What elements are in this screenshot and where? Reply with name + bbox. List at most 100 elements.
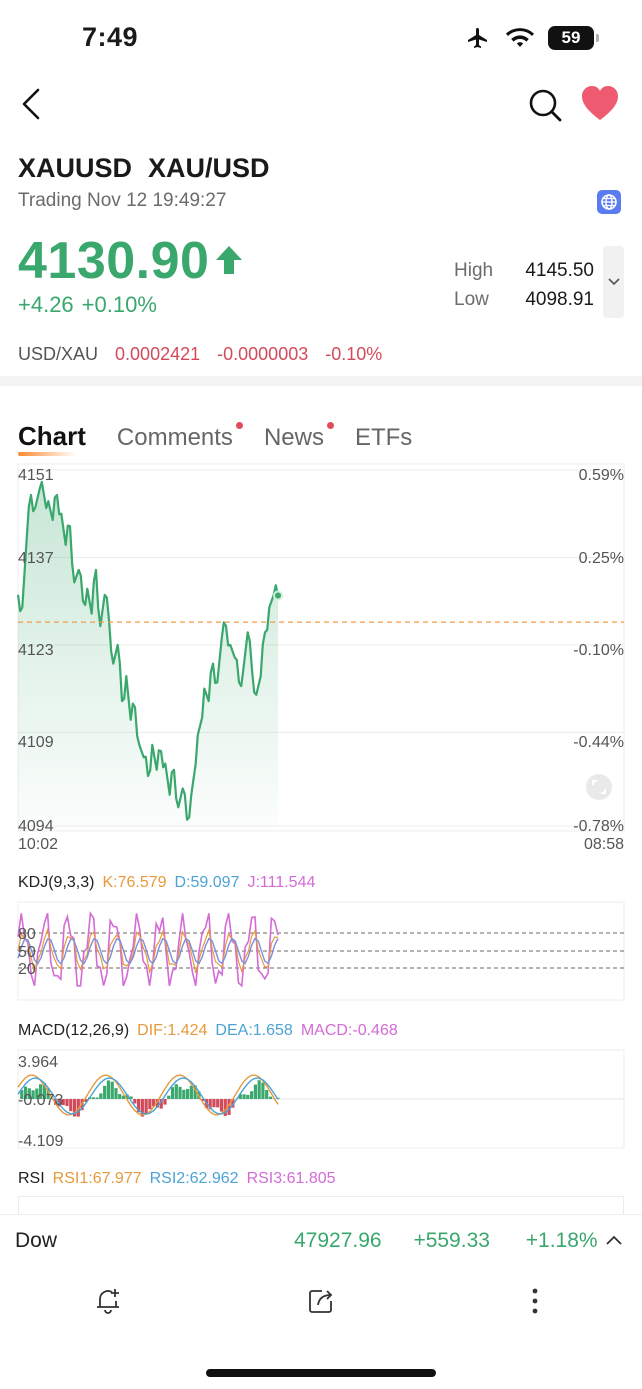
expand-quote-button[interactable]: [603, 246, 624, 318]
tab-chart-label: Chart: [18, 421, 86, 451]
tab-news-label: News: [263, 424, 324, 451]
unread-dot: [326, 422, 334, 429]
kdj-tick-50: 50: [18, 944, 36, 961]
kdj-title: KDJ(9,3,3) K:76.579 D:59.097 J:111.544: [18, 874, 315, 892]
y-tick-left: 4151: [18, 467, 54, 484]
macd-tick-mid: -0.073: [18, 1092, 63, 1109]
rsi-chart[interactable]: [18, 1196, 624, 1214]
macd-chart[interactable]: 3.964 -0.073 -4.109: [0, 1048, 642, 1150]
macd-bar: [257, 1080, 261, 1099]
macd-bar: [91, 1097, 95, 1099]
status-bar: 7:49 59: [0, 0, 642, 76]
x-start-label: 10:02: [18, 836, 58, 853]
ticker-values: 47927.96 +559.33 +1.18%: [294, 1229, 598, 1253]
last-price-dot: [273, 590, 283, 601]
inverse-quote: USD/XAU 0.0002421 -0.0000003 -0.10%: [18, 344, 382, 365]
y-tick-left: 4137: [18, 550, 54, 567]
macd-bar: [242, 1094, 246, 1099]
ticker-change: +559.33: [413, 1229, 490, 1252]
macd-bar: [246, 1094, 250, 1099]
kdj-j: J:111.544: [247, 874, 316, 891]
airplane-icon: [468, 28, 487, 48]
y-tick-right: 0.25%: [579, 550, 624, 567]
macd-title: MACD(12,26,9) DIF:1.424 DEA:1.658 MACD:-0.4…: [18, 1022, 398, 1040]
macd-bar: [118, 1094, 122, 1099]
kdj-d: D:59.097: [174, 874, 240, 891]
macd-bar: [216, 1099, 220, 1108]
kdj-chart[interactable]: 80 50 20: [0, 900, 642, 1002]
y-tick-left: 4123: [18, 642, 54, 659]
status-icons: 59: [464, 26, 599, 50]
bell-plus-icon[interactable]: [93, 1286, 123, 1316]
rsi-label: RSI: [18, 1170, 45, 1187]
macd-bar: [144, 1099, 148, 1115]
inverse-label: USD/XAU: [18, 344, 99, 364]
high-value: 4145.50: [525, 259, 594, 281]
tab-comments[interactable]: Comments: [116, 422, 243, 452]
wifi-icon: [506, 28, 534, 47]
kdj-label: KDJ(9,3,3): [18, 874, 95, 891]
section-divider: [0, 376, 642, 386]
macd-bar: [170, 1087, 175, 1099]
tab-chart[interactable]: Chart: [18, 421, 86, 456]
price-change: +4.26 +0.10%: [18, 292, 157, 318]
more-vertical-icon[interactable]: [520, 1286, 550, 1316]
low-row: Low 4098.91: [454, 285, 594, 314]
macd-bar: [189, 1085, 193, 1099]
high-row: High 4145.50: [454, 256, 594, 285]
y-tick-right: 0.59%: [579, 467, 624, 484]
macd-dif: DIF:1.424: [137, 1022, 208, 1039]
macd-bar: [261, 1082, 265, 1099]
macd-bar: [167, 1095, 171, 1099]
tab-etfs[interactable]: ETFs: [355, 424, 412, 452]
rsi-3: RSI3:61.805: [246, 1170, 336, 1187]
macd-bar: [133, 1099, 137, 1104]
inverse-change-percent: -0.10%: [325, 344, 383, 364]
macd-label: MACD(12,26,9): [18, 1022, 130, 1039]
y-tick-left: 4094: [18, 818, 54, 835]
macd-bar: [95, 1097, 99, 1099]
globe-icon: [601, 194, 617, 210]
last-price: 4130.90: [18, 232, 210, 290]
kdj-j-line: [17, 910, 279, 988]
macd-bar: [69, 1099, 73, 1112]
heart-icon[interactable]: [580, 85, 620, 123]
tab-comments-label: Comments: [116, 424, 233, 451]
tab-news[interactable]: News: [263, 422, 334, 452]
rsi-2: RSI2:62.962: [149, 1170, 239, 1187]
kdj-k: K:76.579: [102, 874, 167, 891]
change-value: +4.26: [18, 292, 74, 317]
price-chart[interactable]: 4151 4137 4123 4109 4094 0.59% 0.25% -0.…: [0, 458, 642, 858]
chevron-down-icon: [607, 278, 620, 286]
share-icon[interactable]: [306, 1286, 336, 1316]
symbol-title: XAUUSD XAU/USD: [18, 153, 270, 184]
index-ticker-bar[interactable]: Dow 47927.96 +559.33 +1.18%: [0, 1214, 642, 1266]
trading-status: Trading Nov 12 19:49:27: [18, 190, 227, 211]
y-tick-right: -0.78%: [573, 818, 624, 835]
macd-bar: [99, 1093, 103, 1099]
rsi-title: RSI RSI1:67.977 RSI2:62.962 RSI3:61.805: [18, 1170, 336, 1188]
x-end-label: 08:58: [584, 836, 624, 853]
macd-bar: [110, 1081, 114, 1099]
arrow-up-icon: [216, 246, 242, 274]
unread-dot: [235, 422, 243, 429]
globe-button[interactable]: [597, 190, 621, 214]
change-percent: +0.10%: [81, 292, 157, 317]
inverse-price: 0.0002421: [115, 344, 201, 364]
macd-dea: DEA:1.658: [215, 1022, 293, 1039]
search-icon[interactable]: [526, 86, 564, 124]
chevron-left-icon[interactable]: [14, 84, 54, 124]
chevron-up-icon[interactable]: [604, 1231, 624, 1251]
fullscreen-button[interactable]: [586, 774, 612, 800]
battery-indicator: 59: [548, 26, 599, 50]
home-indicator: [206, 1369, 436, 1377]
macd-bar: [163, 1099, 167, 1105]
rsi-1: RSI1:67.977: [52, 1170, 142, 1187]
macd-bar: [250, 1091, 254, 1099]
macd-bar: [148, 1099, 152, 1110]
macd-bar: [103, 1085, 107, 1099]
symbol-code: XAUUSD: [18, 153, 133, 183]
macd-tick-max: 3.964: [18, 1054, 58, 1071]
macd-bar: [185, 1088, 190, 1099]
high-label: High: [454, 259, 494, 281]
